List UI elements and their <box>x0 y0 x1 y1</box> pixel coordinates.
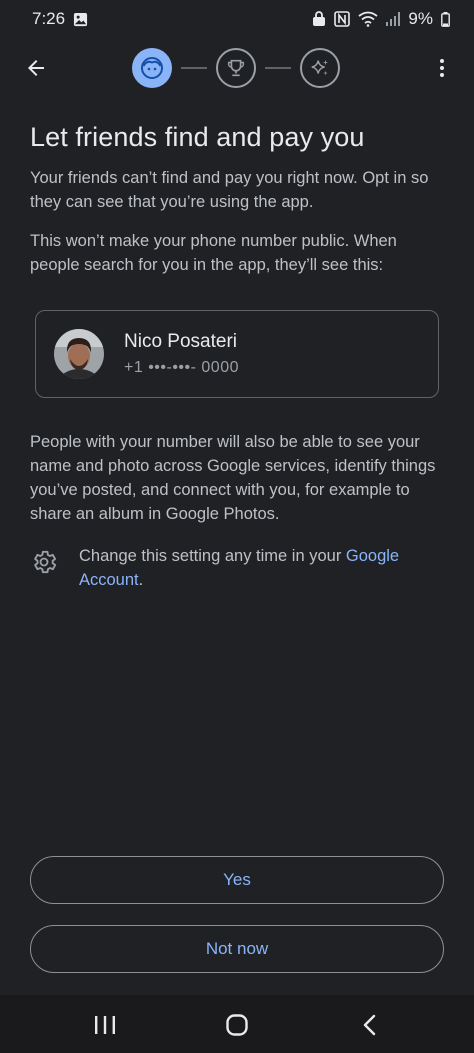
yes-button[interactable]: Yes <box>30 856 444 904</box>
home-button[interactable] <box>213 1005 261 1045</box>
page-title: Let friends find and pay you <box>30 122 365 152</box>
signal-icon <box>386 12 401 26</box>
profile-name: Nico Posateri <box>124 331 237 352</box>
status-time: 7:26 <box>32 9 66 28</box>
nav-back-button[interactable] <box>346 1005 394 1045</box>
profile-phone: +1 •••-•••- 0000 <box>124 359 239 376</box>
arrow-back-icon <box>28 60 44 76</box>
recents-icon <box>95 1016 115 1034</box>
profile-info: Nico Posateri +1 •••-•••- 0000 <box>124 331 239 377</box>
status-right: 9% <box>312 9 450 29</box>
home-icon <box>226 1014 248 1036</box>
system-nav-bar <box>0 995 474 1053</box>
step-connector <box>181 67 207 69</box>
back-button[interactable] <box>14 46 58 90</box>
battery-percent: 9% <box>408 9 433 28</box>
overflow-menu-button[interactable] <box>420 46 464 90</box>
nfc-icon <box>334 11 351 27</box>
wifi-icon <box>358 11 378 27</box>
step-finish <box>300 48 340 88</box>
gallery-icon <box>73 12 88 27</box>
lock-icon <box>312 11 326 27</box>
trophy-icon <box>227 59 245 77</box>
top-bar <box>0 40 474 96</box>
avatar <box>54 329 104 379</box>
intro-text: Your friends can’t find and pay you righ… <box>30 169 429 211</box>
status-bar: 7:26 9% <box>0 0 474 38</box>
setting-text: Change this setting any time in your Goo… <box>79 544 449 592</box>
recents-button[interactable] <box>81 1005 129 1045</box>
step-reward <box>216 48 256 88</box>
setting-prefix: Change this setting any time in your <box>79 547 346 565</box>
more-vert-icon <box>440 59 444 77</box>
face-icon <box>141 57 163 79</box>
step-connector <box>265 67 291 69</box>
profile-preview-card: Nico Posateri +1 •••-•••- 0000 <box>35 310 439 398</box>
sparkle-icon <box>311 59 329 76</box>
setting-row: Change this setting any time in your Goo… <box>30 544 450 592</box>
gear-icon <box>30 548 58 576</box>
setting-suffix: . <box>138 571 144 589</box>
services-note: People with your number will also be abl… <box>30 433 436 523</box>
back-icon <box>363 1014 376 1036</box>
battery-icon <box>441 11 450 27</box>
status-left: 7:26 <box>32 9 88 29</box>
not-now-button[interactable]: Not now <box>30 925 444 973</box>
privacy-note: This won’t make your phone number public… <box>30 232 397 274</box>
step-profile <box>132 48 172 88</box>
progress-stepper <box>132 48 340 88</box>
